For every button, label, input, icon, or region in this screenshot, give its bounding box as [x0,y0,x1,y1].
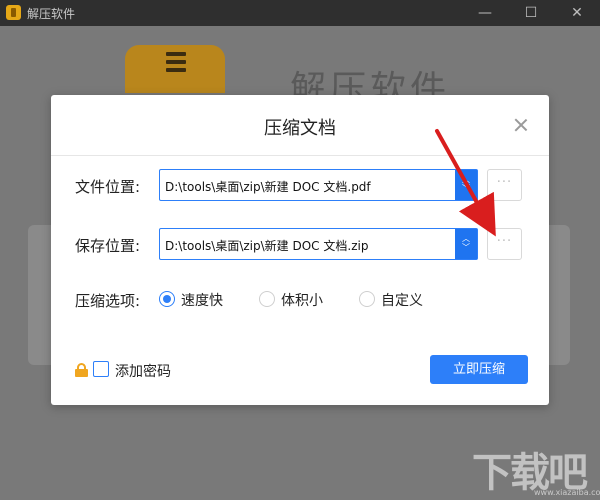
save-location-label: 保存位置: [75,237,141,255]
file-location-input[interactable]: D:\tools\桌面\zip\新建 DOC 文档.pdf ︿ ﹀ [159,169,478,201]
maximize-icon[interactable]: ☐ [508,0,554,26]
option-custom-label: 自定义 [381,293,423,309]
close-icon[interactable] [511,115,531,135]
option-small-label: 体积小 [281,293,323,309]
compress-options-label: 压缩选项: [75,292,141,310]
file-location-value: D:\tools\桌面\zip\新建 DOC 文档.pdf [165,180,371,194]
app-titlebar: 解压软件 — ☐ ✕ [0,0,600,26]
file-location-stepper-icon[interactable]: ︿ ﹀ [455,170,477,200]
save-location-input[interactable]: D:\tools\桌面\zip\新建 DOC 文档.zip ︿ ﹀ [159,228,478,260]
file-browse-button[interactable]: ··· [487,169,522,201]
radio-unchecked-icon [259,291,275,307]
zip-archive-stripes [166,52,186,82]
app-window-title: 解压软件 [27,7,76,21]
watermark-url: www.xiazaiba.com [534,488,600,497]
compress-dialog: 压缩文档 文件位置: D:\tools\桌面\zip\新建 DOC 文档.pdf… [51,95,549,405]
background-panel-left [28,225,52,365]
save-location-value: D:\tools\桌面\zip\新建 DOC 文档.zip [165,239,369,253]
file-location-label: 文件位置: [75,178,141,196]
lock-icon [75,363,88,377]
dialog-title: 压缩文档 [264,118,336,139]
minimize-icon[interactable]: — [462,0,508,26]
radio-checked-icon [159,291,175,307]
background-panel-right [548,225,570,365]
radio-unchecked-icon [359,291,375,307]
option-fast-label: 速度快 [181,293,223,309]
dialog-header: 压缩文档 [51,95,549,156]
save-browse-button[interactable]: ··· [487,228,522,260]
compress-now-button[interactable]: 立即压缩 [430,355,528,384]
app-logo-icon [6,5,21,20]
add-password-label[interactable]: 添加密码 [115,361,171,381]
add-password-checkbox[interactable] [93,361,109,377]
watermark-logo: 下载吧 www.xiazaiba.com [472,440,600,500]
save-location-stepper-icon[interactable]: ︿ ﹀ [455,229,477,259]
window-close-icon[interactable]: ✕ [554,0,600,26]
